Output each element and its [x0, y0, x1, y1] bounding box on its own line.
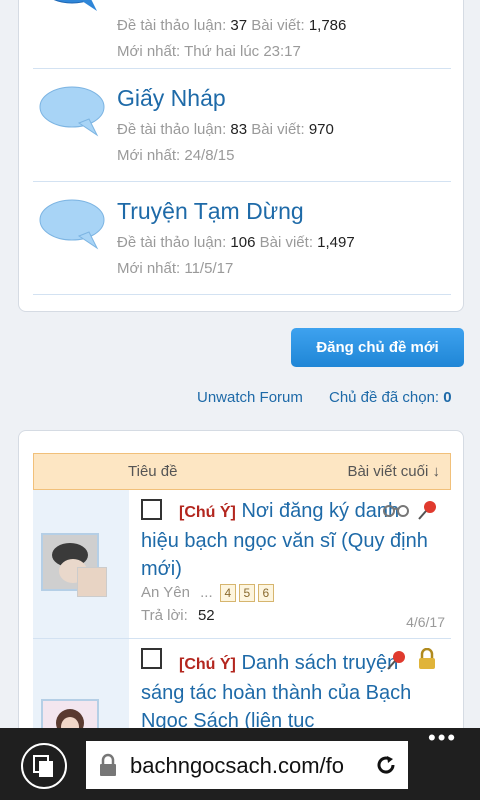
last-post-date[interactable]: 4/6/17	[406, 614, 445, 630]
tabs-icon	[33, 755, 53, 777]
forum-latest: Mới nhất: 24/8/15	[117, 147, 235, 164]
watched-glasses-icon	[383, 505, 409, 517]
forum-item[interactable]: Giấy Nháp Đề tài thảo luận: 83 Bài viết:…	[33, 69, 451, 182]
sticky-pin-icon	[418, 501, 436, 520]
forum-item[interactable]: Đề tài thảo luận: 37 Bài viết: 1,786 Mới…	[33, 0, 451, 69]
thread-row[interactable]: [Chú Ý] Nơi đăng ký danh hiệu bạch ngọc …	[33, 490, 451, 639]
tabs-button[interactable]	[21, 743, 67, 789]
thread-list-header: Tiêu đề Bài viết cuối ↓	[33, 453, 451, 490]
forum-bubble-icon	[53, 0, 97, 11]
forum-title[interactable]: Giấy Nháp	[117, 85, 226, 112]
selected-threads-count: 0	[443, 389, 452, 406]
author-name[interactable]: An Yên	[141, 584, 190, 601]
selected-threads-link[interactable]: Chủ đề đã chọn: 0	[329, 389, 452, 406]
url-text[interactable]: bachngocsach.com/fo	[130, 753, 374, 779]
locked-padlock-icon	[419, 648, 435, 669]
refresh-icon[interactable]	[374, 753, 398, 777]
page-ellipsis: ...	[200, 584, 213, 601]
forum-title[interactable]: Truyện Tạm Dừng	[117, 198, 304, 225]
forum-bubble-icon	[39, 86, 105, 137]
forum-stats: Đề tài thảo luận: 106 Bài viết: 1,497	[117, 234, 355, 251]
address-bar[interactable]: bachngocsach.com/fo	[86, 741, 408, 789]
forum-stats: Đề tài thảo luận: 37 Bài viết: 1,786	[117, 17, 347, 34]
lock-icon	[100, 753, 116, 776]
selected-threads-label: Chủ đề đã chọn:	[329, 389, 440, 406]
forum-list-panel: Đề tài thảo luận: 37 Bài viết: 1,786 Mới…	[18, 0, 464, 312]
forum-item[interactable]: Truyện Tạm Dừng Đề tài thảo luận: 106 Bà…	[33, 182, 451, 295]
thread-prefix: [Chú Ý]	[179, 656, 236, 673]
forum-latest: Mới nhất: 11/5/17	[117, 260, 234, 277]
forum-bubble-icon	[39, 199, 105, 250]
forum-latest: Mới nhất: Thứ hai lúc 23:17	[117, 43, 301, 60]
browser-bar: bachngocsach.com/fo •••	[0, 727, 480, 800]
page-link[interactable]: 5	[238, 584, 255, 602]
new-thread-button[interactable]: Đăng chủ đề mới	[291, 328, 464, 367]
title-column-header[interactable]: Tiêu đề	[128, 463, 177, 480]
more-menu-button[interactable]: •••	[428, 727, 460, 752]
forum-stats: Đề tài thảo luận: 83 Bài viết: 970	[117, 121, 334, 138]
thread-replies: Trả lời: 52	[141, 607, 215, 624]
last-post-column-header[interactable]: Bài viết cuối ↓	[347, 463, 440, 480]
page-link[interactable]: 4	[219, 584, 236, 602]
thread-prefix: [Chú Ý]	[179, 504, 236, 521]
page-link[interactable]: 6	[257, 584, 274, 602]
sticky-pin-icon	[387, 651, 405, 670]
thread-author: An Yên ... 456	[141, 584, 274, 602]
last-poster-avatar[interactable]	[77, 567, 107, 597]
unwatch-forum-link[interactable]: Unwatch Forum	[197, 389, 303, 406]
